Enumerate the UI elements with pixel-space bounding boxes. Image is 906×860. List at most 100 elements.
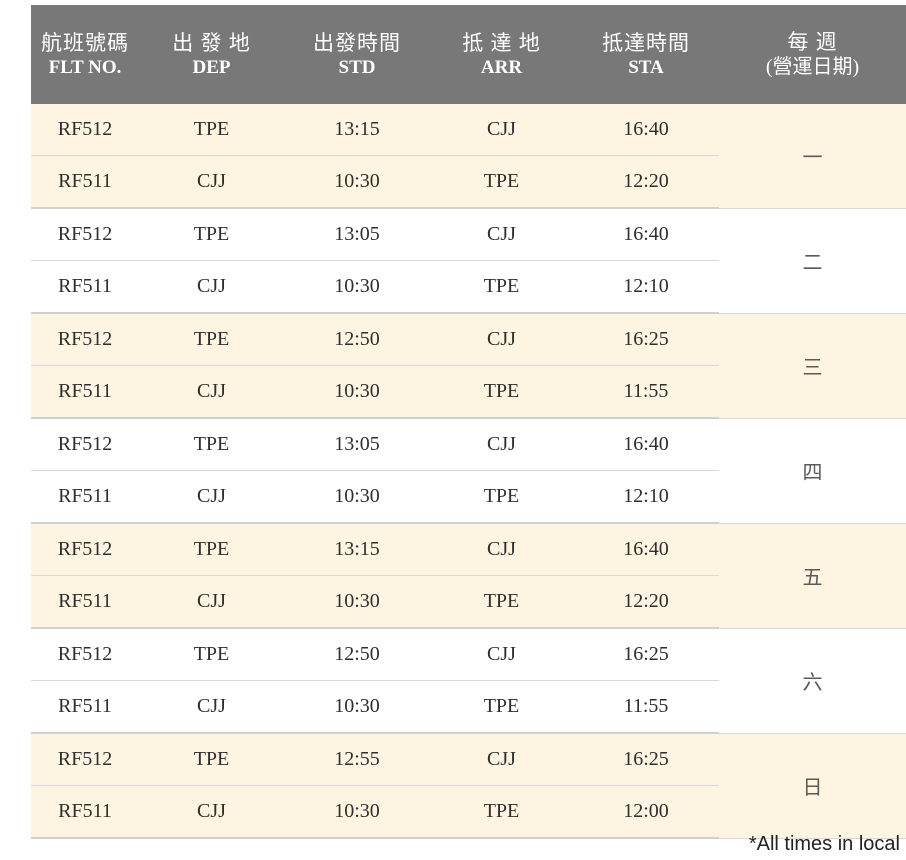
flight-number-cell: RF512 xyxy=(31,313,139,366)
header-zh: 出發時間 xyxy=(313,30,401,55)
arrival-cell: TPE xyxy=(430,470,573,524)
table-header: 航班號碼 FLT NO. 出 發 地 DEP 出發時間 STD 抵 達 地 AR… xyxy=(31,5,906,104)
header-zh: 每 週 xyxy=(787,29,838,54)
header-en: STA xyxy=(628,56,664,78)
operating-day-cell: 三 xyxy=(719,313,906,419)
header-flight-number: 航班號碼 FLT NO. xyxy=(31,5,139,104)
flight-number-cell: RF512 xyxy=(31,628,139,681)
departure-cell: CJJ xyxy=(139,260,284,314)
departure-cell: TPE xyxy=(139,628,284,681)
arrival-cell: TPE xyxy=(430,260,573,314)
header-en: (營運日期) xyxy=(765,56,860,79)
departure-time-cell: 10:30 xyxy=(284,680,430,734)
operating-day-cell: 二 xyxy=(719,208,906,314)
departure-time-cell: 13:05 xyxy=(284,418,430,471)
arrival-time-cell: 16:40 xyxy=(573,418,719,471)
operating-day-cell: 五 xyxy=(719,523,906,629)
arrival-time-cell: 11:55 xyxy=(573,365,719,419)
arrival-time-cell: 16:25 xyxy=(573,628,719,681)
flight-number-cell: RF511 xyxy=(31,155,139,209)
arrival-cell: CJJ xyxy=(430,313,573,366)
flight-schedule-table: 航班號碼 FLT NO. 出 發 地 DEP 出發時間 STD 抵 達 地 AR… xyxy=(31,5,906,839)
operating-day-cell: 四 xyxy=(719,418,906,524)
departure-time-cell: 10:30 xyxy=(284,260,430,314)
header-zh: 出 發 地 xyxy=(172,30,251,55)
departure-cell: TPE xyxy=(139,313,284,366)
arrival-time-cell: 16:25 xyxy=(573,313,719,366)
header-en: ARR xyxy=(480,56,523,78)
arrival-time-cell: 11:55 xyxy=(573,680,719,734)
departure-cell: CJJ xyxy=(139,365,284,419)
departure-cell: TPE xyxy=(139,418,284,471)
arrival-cell: TPE xyxy=(430,365,573,419)
arrival-time-cell: 16:40 xyxy=(573,523,719,576)
header-en: DEP xyxy=(192,56,231,78)
departure-time-cell: 13:15 xyxy=(284,104,430,156)
header-zh: 抵 達 地 xyxy=(462,30,541,55)
flight-number-cell: RF512 xyxy=(31,208,139,261)
departure-time-cell: 10:30 xyxy=(284,155,430,209)
arrival-time-cell: 16:25 xyxy=(573,733,719,786)
operating-day-cell: 日 xyxy=(719,733,906,839)
departure-cell: CJJ xyxy=(139,575,284,629)
departure-cell: TPE xyxy=(139,208,284,261)
departure-time-cell: 13:15 xyxy=(284,523,430,576)
flight-number-cell: RF511 xyxy=(31,365,139,419)
table-body: RF512 TPE 13:15 CJJ 16:40 一 RF511 CJJ 10:30 TPE 12… xyxy=(31,104,906,839)
table-row: RF512 TPE 13:05 CJJ 16:40 四 xyxy=(31,418,906,524)
footnote: *All times in local xyxy=(748,833,900,855)
arrival-cell: CJJ xyxy=(430,733,573,786)
arrival-cell: CJJ xyxy=(430,628,573,681)
table-row: RF512 TPE 13:15 CJJ 16:40 五 xyxy=(31,523,906,629)
arrival-time-cell: 12:00 xyxy=(573,785,719,839)
departure-time-cell: 12:50 xyxy=(284,628,430,681)
operating-day-cell: 一 xyxy=(719,104,906,209)
departure-time-cell: 10:30 xyxy=(284,785,430,839)
departure-cell: CJJ xyxy=(139,155,284,209)
arrival-cell: TPE xyxy=(430,575,573,629)
departure-cell: TPE xyxy=(139,733,284,786)
table-row: RF512 TPE 12:50 CJJ 16:25 六 xyxy=(31,628,906,734)
arrival-cell: TPE xyxy=(430,155,573,209)
arrival-time-cell: 16:40 xyxy=(573,104,719,156)
flight-number-cell: RF512 xyxy=(31,523,139,576)
arrival-cell: CJJ xyxy=(430,208,573,261)
header-arrival: 抵 達 地 ARR xyxy=(430,5,573,104)
arrival-time-cell: 12:20 xyxy=(573,155,719,209)
arrival-time-cell: 12:10 xyxy=(573,260,719,314)
arrival-time-cell: 16:40 xyxy=(573,208,719,261)
arrival-time-cell: 12:20 xyxy=(573,575,719,629)
flight-number-cell: RF511 xyxy=(31,680,139,734)
flight-number-cell: RF511 xyxy=(31,470,139,524)
departure-time-cell: 10:30 xyxy=(284,470,430,524)
arrival-cell: CJJ xyxy=(430,523,573,576)
flight-number-cell: RF511 xyxy=(31,575,139,629)
departure-time-cell: 13:05 xyxy=(284,208,430,261)
departure-cell: TPE xyxy=(139,104,284,156)
departure-cell: CJJ xyxy=(139,470,284,524)
departure-time-cell: 12:55 xyxy=(284,733,430,786)
header-row: 航班號碼 FLT NO. 出 發 地 DEP 出發時間 STD 抵 達 地 AR… xyxy=(31,5,906,104)
table-row: RF512 TPE 12:50 CJJ 16:25 三 xyxy=(31,313,906,419)
departure-cell: CJJ xyxy=(139,680,284,734)
arrival-cell: CJJ xyxy=(430,104,573,156)
arrival-cell: CJJ xyxy=(430,418,573,471)
header-zh: 航班號碼 xyxy=(41,30,129,55)
arrival-time-cell: 12:10 xyxy=(573,470,719,524)
table-row: RF512 TPE 13:15 CJJ 16:40 一 xyxy=(31,104,906,209)
header-departure: 出 發 地 DEP xyxy=(139,5,284,104)
header-arrival-time: 抵達時間 STA xyxy=(573,5,719,104)
flight-number-cell: RF512 xyxy=(31,104,139,156)
departure-time-cell: 10:30 xyxy=(284,365,430,419)
table-row: RF512 TPE 12:55 CJJ 16:25 日 xyxy=(31,733,906,839)
departure-cell: CJJ xyxy=(139,785,284,839)
header-en: STD xyxy=(338,56,376,78)
departure-time-cell: 10:30 xyxy=(284,575,430,629)
operating-day-cell: 六 xyxy=(719,628,906,734)
header-departure-time: 出發時間 STD xyxy=(284,5,430,104)
page: 航班號碼 FLT NO. 出 發 地 DEP 出發時間 STD 抵 達 地 AR… xyxy=(0,0,906,860)
header-operating-days: 每 週 (營運日期) xyxy=(719,5,906,104)
table-row: RF512 TPE 13:05 CJJ 16:40 二 xyxy=(31,208,906,314)
arrival-cell: TPE xyxy=(430,785,573,839)
flight-number-cell: RF512 xyxy=(31,418,139,471)
